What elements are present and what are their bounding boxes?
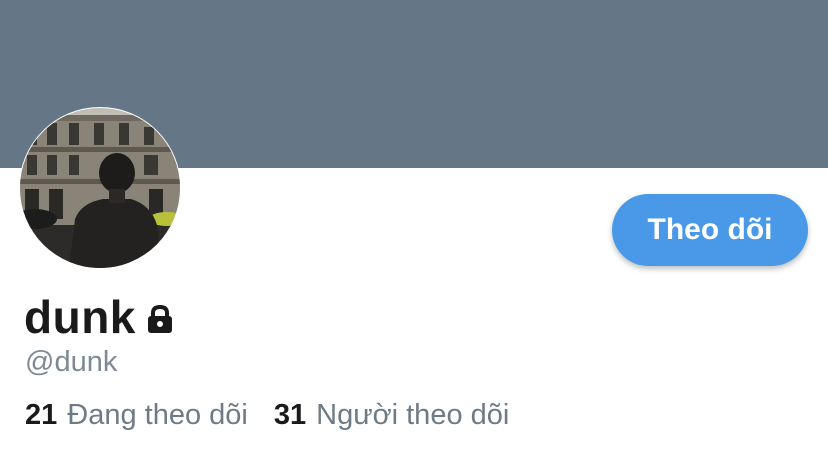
profile-page: Theo dõi dunk @dunk 21 Đang theo dõi 31 … — [0, 0, 828, 454]
follow-button[interactable]: Theo dõi — [612, 194, 808, 266]
profile-handle: @dunk — [25, 346, 118, 378]
avatar[interactable] — [19, 107, 181, 269]
lock-icon — [144, 303, 176, 340]
following-label: Đang theo dõi — [67, 399, 248, 431]
followers-count: 31 — [273, 399, 307, 431]
profile-stats: 21 Đang theo dõi 31 Người theo dõi — [25, 399, 509, 432]
avatar-photo — [20, 108, 180, 268]
following-stat[interactable]: 21 Đang theo dõi — [25, 399, 248, 432]
followers-label: Người theo dõi — [316, 399, 510, 431]
following-count: 21 — [25, 399, 58, 431]
display-name: dunk — [24, 291, 136, 343]
followers-stat[interactable]: 31 Người theo dõi — [274, 399, 509, 432]
profile-name-row: dunk — [24, 288, 176, 346]
